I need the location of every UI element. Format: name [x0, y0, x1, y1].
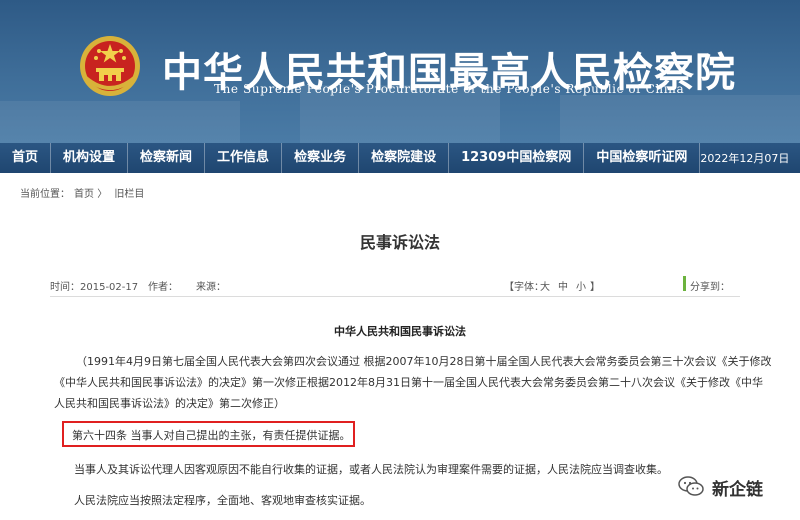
publish-time: 时间：2015-02-17	[50, 282, 139, 293]
banner-building	[0, 101, 240, 143]
banner-building	[560, 95, 800, 143]
font-size-small-button[interactable]: 小	[576, 278, 586, 293]
breadcrumb-home-link[interactable]: 首页	[74, 189, 94, 200]
nav-item-news[interactable]: 检察新闻	[128, 143, 206, 173]
current-date: 2022年12月07日 星期三	[700, 152, 800, 165]
breadcrumb-separator: 〉	[97, 189, 108, 200]
watermark-text: 新企链	[712, 480, 763, 500]
nav-item-business[interactable]: 检察业务	[282, 143, 360, 173]
intro-line: 《中华人民共和国民事诉讼法》的决定》第一次修正根据2012年8月31日第十一届全…	[54, 376, 763, 389]
breadcrumb: 当前位置： 首页 〉 旧栏目	[20, 185, 144, 200]
intro-paragraph: （1991年4月9日第七届全国人民代表大会第四次会议通过 根据2007年10月2…	[54, 351, 771, 414]
font-size-prefix: 【字体：	[504, 282, 544, 293]
nav-item-home[interactable]: 首页	[0, 143, 52, 173]
site-subtitle: The Supreme People's Procuratorate of th…	[214, 82, 685, 96]
breadcrumb-prefix: 当前位置：	[20, 189, 70, 200]
font-size-medium-button[interactable]: 中	[558, 278, 568, 293]
main-nav: 首页 机构设置 检察新闻 工作信息 检察业务 检察院建设 12309中国检察网 …	[0, 143, 800, 173]
meta-divider	[50, 296, 740, 297]
share-accent-bar	[683, 276, 686, 291]
wechat-icon	[678, 476, 704, 496]
nav-item-12309[interactable]: 12309中国检察网	[449, 143, 585, 173]
article-64-text: 第六十四条 当事人对自己提出的主张，有责任提供证据。	[72, 429, 351, 442]
font-size-suffix: 】	[590, 282, 600, 293]
article-title: 民事诉讼法	[359, 233, 440, 252]
intro-line: （1991年4月9日第七届全国人民代表大会第四次会议通过 根据2007年10月2…	[76, 355, 772, 368]
breadcrumb-section-link[interactable]: 旧栏目	[114, 189, 144, 200]
header-banner: 中华人民共和国最高人民检察院 The Supreme People's Proc…	[0, 0, 800, 143]
nav-item-construction[interactable]: 检察院建设	[359, 143, 450, 173]
font-size-large-button[interactable]: 大	[540, 278, 550, 293]
national-emblem-icon	[80, 36, 140, 96]
paragraph: 人民法院应当按照法定程序，全面地、客观地审查核实证据。	[74, 494, 371, 507]
author-label: 作者：	[148, 282, 178, 293]
nav-item-work-info[interactable]: 工作信息	[205, 143, 283, 173]
law-heading: 中华人民共和国民事诉讼法	[334, 325, 466, 338]
nav-item-organization[interactable]: 机构设置	[51, 143, 129, 173]
watermark: 新企链	[678, 473, 800, 500]
share-label[interactable]: 分享到：	[690, 278, 730, 293]
intro-line: 人民共和国民事诉讼法》的决定》第二次修正）	[54, 397, 285, 410]
source-label: 来源：	[196, 282, 226, 293]
paragraph: 当事人及其诉讼代理人因客观原因不能自行收集的证据，或者人民法院认为审理案件需要的…	[74, 463, 668, 476]
nav-item-hearing[interactable]: 中国检察听证网	[584, 143, 701, 173]
article-meta: 时间：2015-02-17 作者： 来源： 【字体： 大 中 小 】 分享到：	[50, 278, 740, 293]
